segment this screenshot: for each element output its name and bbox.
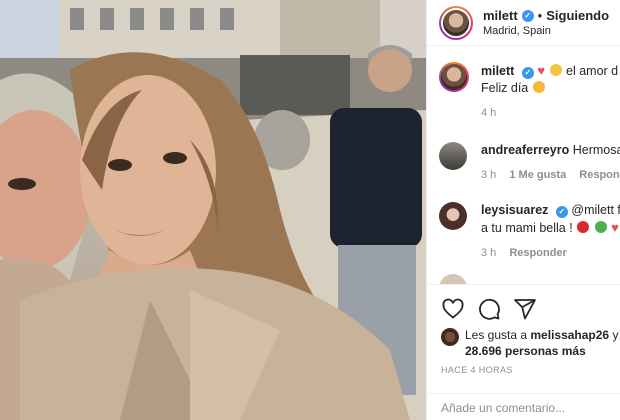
liker-avatar[interactable] xyxy=(441,328,459,346)
comment-item: andreaferreyro Hermosas 3 h 1 Me gusta R… xyxy=(439,142,620,184)
comment-text-line2: a tu mami bella ! xyxy=(481,221,573,235)
header-username[interactable]: milett xyxy=(483,8,518,23)
post-actions-section: Les gusta a melissahap26 y 28.696 person… xyxy=(427,284,620,420)
comment-username[interactable]: andreaferreyro xyxy=(481,143,569,157)
comment-item: leysisuarez ✓ @milett fel a tu mami bell… xyxy=(439,202,620,262)
profile-avatar[interactable] xyxy=(439,5,473,40)
share-icon xyxy=(514,299,536,320)
action-bar xyxy=(441,297,549,321)
comment-username[interactable]: milett xyxy=(481,64,514,78)
comment-username[interactable]: leysisuarez xyxy=(481,203,548,217)
post-header: milett ✓ • Siguiendo Madrid, Spain xyxy=(427,0,620,46)
comment-text-line2: Feliz día xyxy=(481,81,529,95)
comment-time: 3 h xyxy=(481,247,497,259)
red-heart-emoji-icon: ♥ xyxy=(611,220,619,235)
selfie-image xyxy=(0,0,426,420)
likes-prefix: Les gusta a xyxy=(465,328,528,342)
comment-item xyxy=(439,274,467,284)
avatar-image xyxy=(441,7,471,38)
sparkle-emoji-icon xyxy=(549,64,562,76)
caption-comment: milett ✓ ♥ el amor d Feliz día 4 h xyxy=(439,62,618,122)
reply-button[interactable]: Responder xyxy=(509,247,566,259)
comment-likes-link[interactable]: 1 Me gusta xyxy=(509,169,566,181)
liker-username[interactable]: melissahap26 xyxy=(530,328,609,342)
comment-button[interactable] xyxy=(477,297,501,321)
comment-avatar[interactable] xyxy=(439,202,467,230)
header-text: milett ✓ • Siguiendo Madrid, Spain xyxy=(483,8,609,37)
reply-button[interactable]: Responder xyxy=(579,169,620,181)
caption-avatar[interactable] xyxy=(439,62,469,92)
heart-icon xyxy=(442,298,464,319)
likes-summary: Les gusta a melissahap26 y 28.696 person… xyxy=(441,327,618,359)
comment-icon xyxy=(479,298,500,320)
smiling-face-emoji-icon xyxy=(532,81,545,93)
post-location[interactable]: Madrid, Spain xyxy=(483,25,609,37)
follow-status-button[interactable]: Siguiendo xyxy=(546,8,609,23)
avatar-image xyxy=(441,64,467,90)
verified-badge-icon: ✓ xyxy=(521,67,534,79)
add-comment-input[interactable] xyxy=(441,400,611,415)
kiss-emoji-icon xyxy=(577,221,590,233)
likes-count[interactable]: 28.696 personas más xyxy=(465,344,586,358)
comment-text: Hermosas xyxy=(572,143,620,157)
verified-badge-icon: ✓ xyxy=(521,9,534,22)
post-side-panel: milett ✓ • Siguiendo Madrid, Spain milet… xyxy=(426,0,620,420)
like-button[interactable] xyxy=(441,297,465,321)
comment-avatar[interactable] xyxy=(439,274,467,284)
comment-time: 3 h xyxy=(481,169,497,181)
comment-avatar[interactable] xyxy=(439,142,467,170)
verified-badge-icon: ✓ xyxy=(555,206,568,218)
add-comment-bar xyxy=(427,393,620,420)
post-timestamp[interactable]: HACE 4 HORAS xyxy=(441,365,513,375)
share-button[interactable] xyxy=(513,297,537,321)
comment-text: @milett fel xyxy=(571,203,620,217)
post-photo[interactable] xyxy=(0,0,426,420)
header-separator: • xyxy=(537,8,543,23)
likes-conj: y xyxy=(612,328,619,342)
comment-text: el amor d xyxy=(566,64,619,78)
comment-time: 4 h xyxy=(481,107,497,119)
red-heart-emoji-icon: ♥ xyxy=(537,63,546,78)
comments-list[interactable]: milett ✓ ♥ el amor d Feliz día 4 h andre… xyxy=(427,46,620,284)
face-emoji-icon xyxy=(594,221,607,233)
